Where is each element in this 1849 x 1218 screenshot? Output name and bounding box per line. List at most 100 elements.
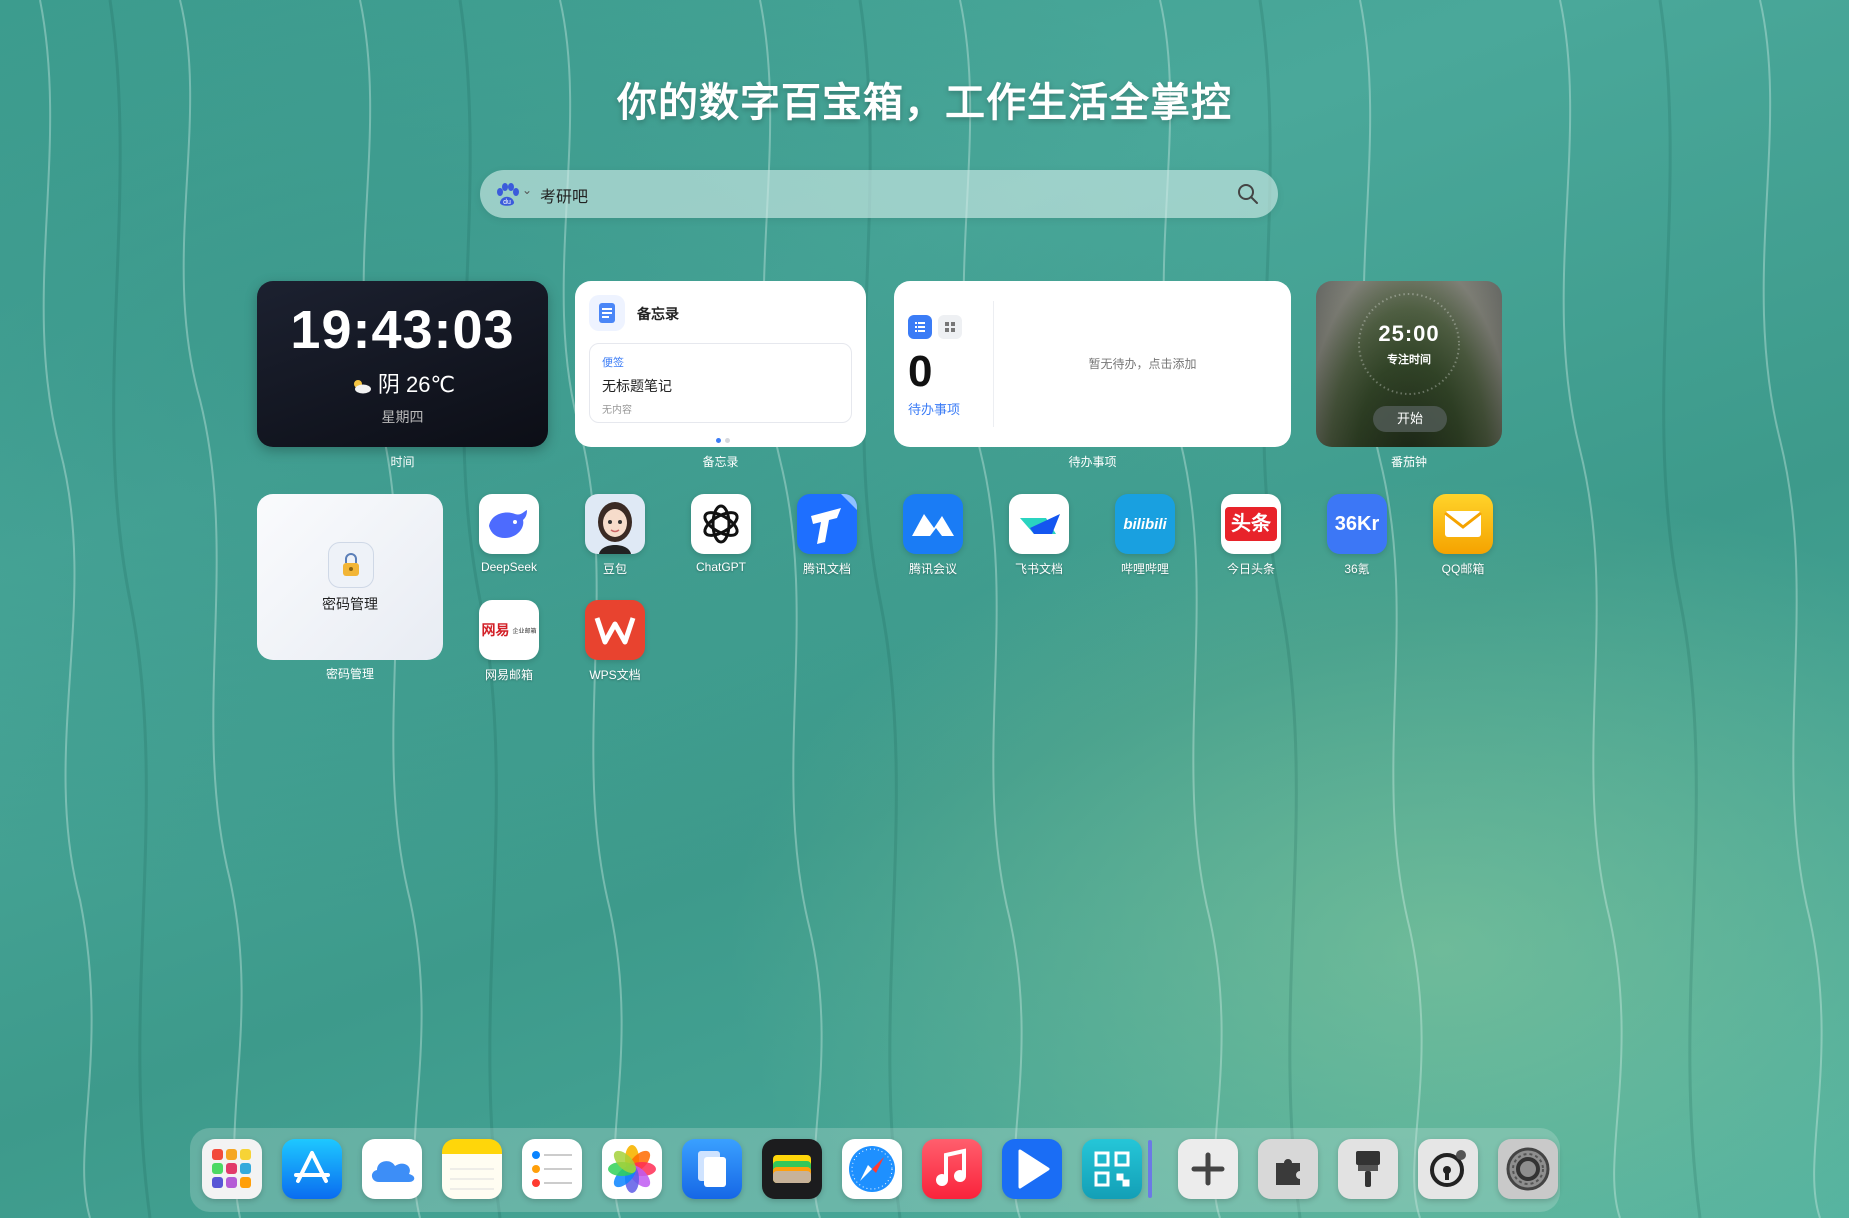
pomodoro-widget[interactable]: 25:00 专注时间 开始	[1316, 281, 1502, 447]
tencent-docs-icon	[797, 494, 857, 554]
page-dot[interactable]	[725, 438, 730, 443]
app-store-icon[interactable]	[282, 1139, 342, 1199]
app-doubao[interactable]: 豆包	[575, 494, 655, 577]
memo-widget[interactable]: 备忘录 便签 无标题笔记 无内容	[575, 281, 866, 447]
app-label: DeepSeek	[480, 560, 538, 574]
app-bilibili[interactable]: bilibili 哔哩哔哩	[1105, 494, 1185, 577]
weather-text: 阴 26℃	[377, 372, 456, 397]
clock-widget[interactable]: 19:43:03 阴 26℃ 星期四	[257, 281, 548, 447]
reminders-icon[interactable]	[522, 1139, 582, 1199]
todo-empty-text[interactable]: 暂无待办，点击添加	[994, 355, 1291, 372]
clock-widget-label: 时间	[390, 455, 415, 469]
password-manager-label: 密码管理	[325, 667, 374, 681]
lock-icon	[328, 542, 374, 588]
dock-separator	[1148, 1140, 1152, 1198]
app-label: 网易邮箱	[484, 668, 533, 682]
photos-icon[interactable]	[602, 1139, 662, 1199]
extensions-icon[interactable]	[1258, 1139, 1318, 1199]
qq-mail-icon	[1433, 494, 1493, 554]
page-dot-active[interactable]	[716, 438, 721, 443]
app-label: 哔哩哔哩	[1120, 562, 1169, 576]
safari-icon[interactable]	[842, 1139, 902, 1199]
memo-note-body: 无内容	[602, 405, 632, 416]
icloud-icon[interactable]	[362, 1139, 422, 1199]
app-label: 豆包	[602, 562, 627, 576]
memo-title: 备忘录	[637, 306, 679, 322]
page-headline: 你的数字百宝箱，工作生活全掌控	[617, 81, 1232, 125]
deepseek-whale-icon	[479, 494, 539, 554]
list-icon	[915, 322, 925, 332]
notes-icon[interactable]	[442, 1139, 502, 1199]
system-settings-icon[interactable]	[1498, 1139, 1558, 1199]
app-tencent-meeting[interactable]: 腾讯会议	[893, 494, 973, 577]
app-netease-mail[interactable]: 网易 企业邮箱 网易邮箱	[469, 600, 549, 683]
toutiao-logo-text: 头条	[1225, 507, 1277, 541]
weekday-text: 星期四	[381, 409, 424, 425]
todo-widget-label: 待办事项	[1068, 455, 1117, 469]
netease-sub-text: 企业邮箱	[512, 628, 537, 635]
app-label: QQ邮箱	[1441, 562, 1485, 576]
doubao-avatar-icon	[585, 494, 645, 554]
36kr-icon: 36Kr	[1327, 494, 1387, 554]
netease-brand-text: 网易	[481, 622, 510, 638]
pomodoro-widget-label: 番茄钟	[1390, 455, 1427, 469]
grid-icon	[945, 322, 955, 332]
grid-view-toggle[interactable]	[938, 315, 962, 339]
netease-mail-icon: 网易 企业邮箱	[479, 600, 539, 660]
toutiao-icon: 头条	[1221, 494, 1281, 554]
add-icon[interactable]	[1178, 1139, 1238, 1199]
pomodoro-time: 25:00	[1378, 321, 1440, 346]
bilibili-icon: bilibili	[1115, 494, 1175, 554]
todo-count-label: 待办事项	[908, 402, 961, 417]
files-icon[interactable]	[682, 1139, 742, 1199]
chatgpt-icon	[691, 494, 751, 554]
app-toutiao[interactable]: 头条 今日头条	[1211, 494, 1291, 577]
app-chatgpt[interactable]: ChatGPT	[681, 494, 761, 574]
brush-icon[interactable]	[1338, 1139, 1398, 1199]
clock-time: 19:43:03	[290, 300, 515, 360]
app-wps[interactable]: WPS文档	[575, 600, 655, 683]
app-label: 飞书文档	[1014, 562, 1063, 576]
app-feishu-docs[interactable]: 飞书文档	[999, 494, 1079, 577]
pomodoro-start-button[interactable]: 开始	[1373, 406, 1447, 432]
memo-note-card[interactable]: 便签 无标题笔记 无内容	[589, 343, 852, 423]
chevron-down-icon[interactable]: ⌄	[522, 183, 532, 197]
wps-icon	[585, 600, 645, 660]
memo-doc-icon	[589, 295, 625, 331]
svg-text:du: du	[503, 199, 511, 206]
app-label: 今日头条	[1226, 562, 1275, 576]
search-bar: du ⌄	[480, 170, 1278, 218]
app-tencent-docs[interactable]: 腾讯文档	[787, 494, 867, 577]
app-qq-mail[interactable]: QQ邮箱	[1423, 494, 1503, 577]
todo-count: 0	[908, 347, 933, 396]
privacy-settings-icon[interactable]	[1418, 1139, 1478, 1199]
app-deepseek[interactable]: DeepSeek	[469, 494, 549, 574]
app-label: 腾讯文档	[802, 562, 851, 576]
cloudy-weather-icon	[353, 380, 371, 394]
memo-note-title: 无标题笔记	[602, 378, 672, 394]
feishu-docs-icon	[1009, 494, 1069, 554]
music-icon[interactable]	[922, 1139, 982, 1199]
36kr-logo-text: 36Kr	[1334, 512, 1380, 535]
memo-widget-label: 备忘录	[702, 455, 739, 469]
search-input[interactable]	[538, 180, 1202, 210]
wallet-icon[interactable]	[762, 1139, 822, 1199]
pomodoro-subtitle: 专注时间	[1387, 354, 1431, 366]
app-label: ChatGPT	[695, 560, 746, 574]
video-player-icon[interactable]	[1002, 1139, 1062, 1199]
search-icon[interactable]	[1236, 182, 1260, 206]
launchpad-icon[interactable]	[202, 1139, 262, 1199]
memo-page-dots[interactable]	[714, 430, 732, 447]
memo-note-tag: 便签	[602, 357, 624, 369]
tencent-meeting-icon	[903, 494, 963, 554]
password-manager-title: 密码管理	[322, 596, 378, 612]
app-36kr[interactable]: 36Kr 36氪	[1317, 494, 1397, 577]
qr-code-icon[interactable]	[1082, 1139, 1142, 1199]
baidu-paw-icon[interactable]: du	[494, 182, 520, 208]
app-label: 腾讯会议	[908, 562, 957, 576]
list-view-toggle[interactable]	[908, 315, 932, 339]
bilibili-logo-text: bilibili	[1123, 515, 1167, 533]
todo-widget[interactable]: 0 待办事项 暂无待办，点击添加	[894, 281, 1291, 447]
app-label: 36氪	[1344, 562, 1370, 576]
password-manager-widget[interactable]: 密码管理	[257, 494, 443, 660]
